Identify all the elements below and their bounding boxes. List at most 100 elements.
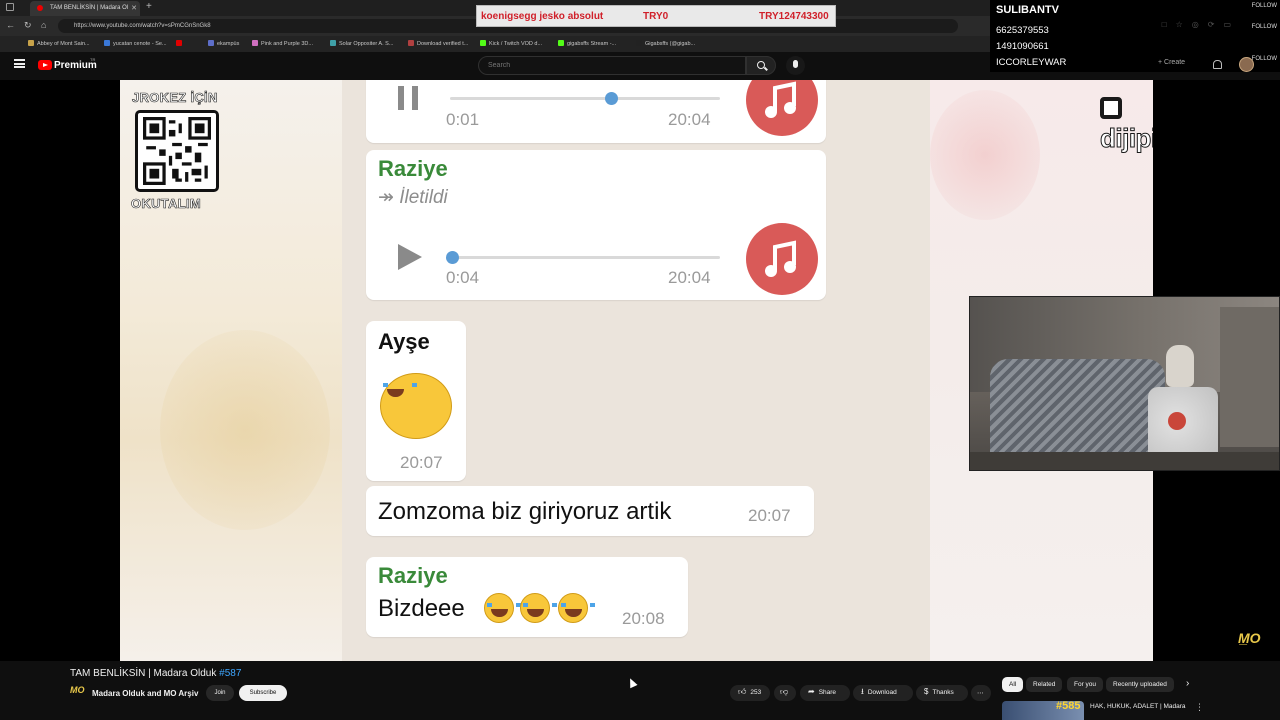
hamburger-menu-icon[interactable] — [14, 59, 25, 68]
forwarded-voice-bubble: Raziye ↠ İletildi 0:04 20:04 — [366, 150, 826, 300]
bookmark-item[interactable]: Solar Oppositer A. S... — [330, 40, 393, 47]
qr-caption-top: JROKEZ İÇİN — [132, 90, 218, 106]
music-note-icon — [746, 223, 818, 295]
thanks-label: Thanks — [932, 689, 954, 696]
voice-progress-track — [450, 256, 720, 259]
dislike-button[interactable]: 👎︎ — [774, 685, 796, 701]
bookmark-favicon-icon — [480, 40, 486, 46]
like-button[interactable]: 👍︎ 253 — [730, 685, 770, 701]
ticker-price: TRY0 — [643, 11, 669, 22]
bookmark-label: Download verified t... — [417, 41, 469, 47]
overlay-line-2: 1491090661 — [996, 41, 1049, 52]
bookmark-favicon-icon — [558, 40, 564, 46]
bookmark-item[interactable]: Kick / Twitch VOD d... — [480, 40, 542, 47]
voice-search-icon[interactable] — [786, 56, 805, 75]
message-time: 20:07 — [400, 453, 443, 472]
recommended-badge: #585 — [1056, 700, 1081, 712]
search-input[interactable] — [478, 56, 746, 75]
bookmark-favicon-icon — [330, 40, 336, 46]
music-note-icon — [746, 80, 818, 136]
voice-elapsed: 0:01 — [446, 110, 480, 129]
chip-related[interactable]: Related — [1026, 677, 1063, 692]
window-menu-icon[interactable] — [6, 3, 14, 11]
youtube-favicon-icon — [37, 5, 43, 11]
message-sender: Raziye — [378, 156, 448, 181]
url-text: https://www.youtube.com/watch?v=sPmCGnSn… — [74, 23, 211, 29]
join-button[interactable]: Join — [206, 685, 234, 701]
youtube-logo-icon[interactable] — [38, 60, 52, 70]
bookmark-item[interactable]: Abbey of Mont Sain... — [28, 40, 90, 47]
bookmark-item[interactable]: yucatan cenote - Se... — [104, 40, 167, 47]
bookmark-item[interactable]: Gigabsffs (@gigab... — [636, 40, 695, 47]
reload-icon[interactable]: ↻ — [24, 20, 32, 31]
ticker-total: TRY124743300 — [759, 11, 829, 22]
bookmark-favicon-icon — [636, 40, 642, 46]
bookmark-favicon-icon — [408, 40, 414, 46]
message-time: 20:08 — [622, 609, 665, 628]
play-icon — [398, 244, 422, 270]
webcam-floor — [970, 452, 1279, 470]
bookmark-item[interactable]: ekampüs — [208, 40, 239, 47]
webcam-feed — [969, 296, 1280, 471]
search-button[interactable] — [746, 56, 776, 75]
browser-tab[interactable]: TAM BENLİKSİN | Madara Ol ✕ — [30, 1, 140, 16]
channel-name[interactable]: Madara Olduk and MO Arşiv — [92, 689, 198, 698]
laughing-emoji-icon — [380, 373, 452, 439]
notifications-bell-icon[interactable] — [1213, 60, 1222, 69]
bookmark-label: Abbey of Mont Sain... — [37, 41, 90, 47]
streamer-name: SULIBANTV — [996, 4, 1059, 16]
overlay-line-3: ICCORLEYWAR — [996, 57, 1067, 68]
bookmark-item[interactable]: Download verified t... — [408, 40, 468, 47]
account-avatar[interactable] — [1239, 57, 1254, 72]
qr-code-pattern — [143, 117, 211, 185]
bookmark-label: Gigabsffs (@gigab... — [645, 41, 696, 47]
video-title-text: TAM BENLİKSİN | Madara Olduk — [70, 668, 217, 679]
message-text: Bizdeee — [378, 595, 465, 622]
pause-icon — [398, 86, 418, 110]
create-label: Create — [1164, 59, 1186, 66]
like-count: 253 — [750, 689, 762, 696]
video-player[interactable]: JROKEZ İÇİN OKUTALIM 0:01 20:04 Raziye ↠… — [0, 80, 1280, 661]
back-icon[interactable]: ← — [6, 20, 15, 30]
chat-screenshot: 0:01 20:04 Raziye ↠ İletildi 0:04 20:04 — [342, 80, 930, 661]
bookmark-item[interactable]: gigabsffs Stream -... — [558, 40, 616, 47]
more-vert-icon[interactable]: ⋮ — [1195, 702, 1204, 713]
bookmark-favicon-icon — [176, 40, 182, 46]
sponsor-logo-text: dijipin — [1099, 123, 1153, 154]
bookmark-item[interactable] — [176, 40, 185, 47]
message-sender: Ayşe — [378, 329, 430, 354]
share-button[interactable]: ➦ Share — [800, 685, 850, 701]
laughing-emoji-icon — [520, 593, 557, 623]
qr-code — [135, 110, 219, 192]
chip-for-you[interactable]: For you — [1067, 677, 1104, 692]
chip-recently-uploaded[interactable]: Recently uploaded — [1106, 677, 1174, 692]
follow-label: FOLLOW — [1251, 24, 1277, 30]
mouse-cursor-icon — [626, 676, 638, 689]
share-icon: ➦ — [808, 687, 815, 696]
bookmark-item[interactable]: Pink and Purple 3D... — [252, 40, 313, 47]
forwarded-text: İletildi — [399, 187, 448, 208]
thanks-button[interactable]: $ Thanks — [916, 685, 968, 701]
tab-close-icon[interactable]: ✕ — [131, 4, 137, 12]
chip-all[interactable]: All — [1002, 677, 1024, 692]
subscribe-button[interactable]: Subscribe — [239, 685, 287, 701]
recommended-title[interactable]: HAK, HUKUK, ADALET | Madara — [1090, 703, 1186, 710]
bookmark-label: gigabsffs Stream -... — [567, 41, 617, 47]
create-button[interactable]: + Create — [1158, 59, 1185, 66]
voice-elapsed: 0:04 — [446, 268, 480, 287]
video-hashtag[interactable]: #587 — [219, 668, 241, 679]
blurred-background-left: JROKEZ İÇİN OKUTALIM — [120, 80, 342, 661]
follow-label: FOLLOW — [1251, 56, 1277, 62]
share-label: Share — [818, 689, 837, 696]
more-actions-button[interactable]: ⋯ — [971, 685, 991, 701]
music-note-glyph — [765, 240, 796, 277]
chevron-right-icon[interactable]: › — [1186, 678, 1189, 689]
home-icon[interactable]: ⌂ — [41, 20, 46, 30]
channel-avatar[interactable]: MO — [70, 685, 85, 699]
download-button[interactable]: ⭳ Download — [853, 685, 913, 701]
channel-watermark[interactable]: M̲O — [1238, 630, 1261, 646]
faint-toolbar-icons: □☆◎⟳▭ — [1161, 20, 1240, 29]
new-tab-icon[interactable]: + — [146, 1, 152, 12]
bookmark-favicon-icon — [252, 40, 258, 46]
download-label: Download — [867, 689, 897, 696]
